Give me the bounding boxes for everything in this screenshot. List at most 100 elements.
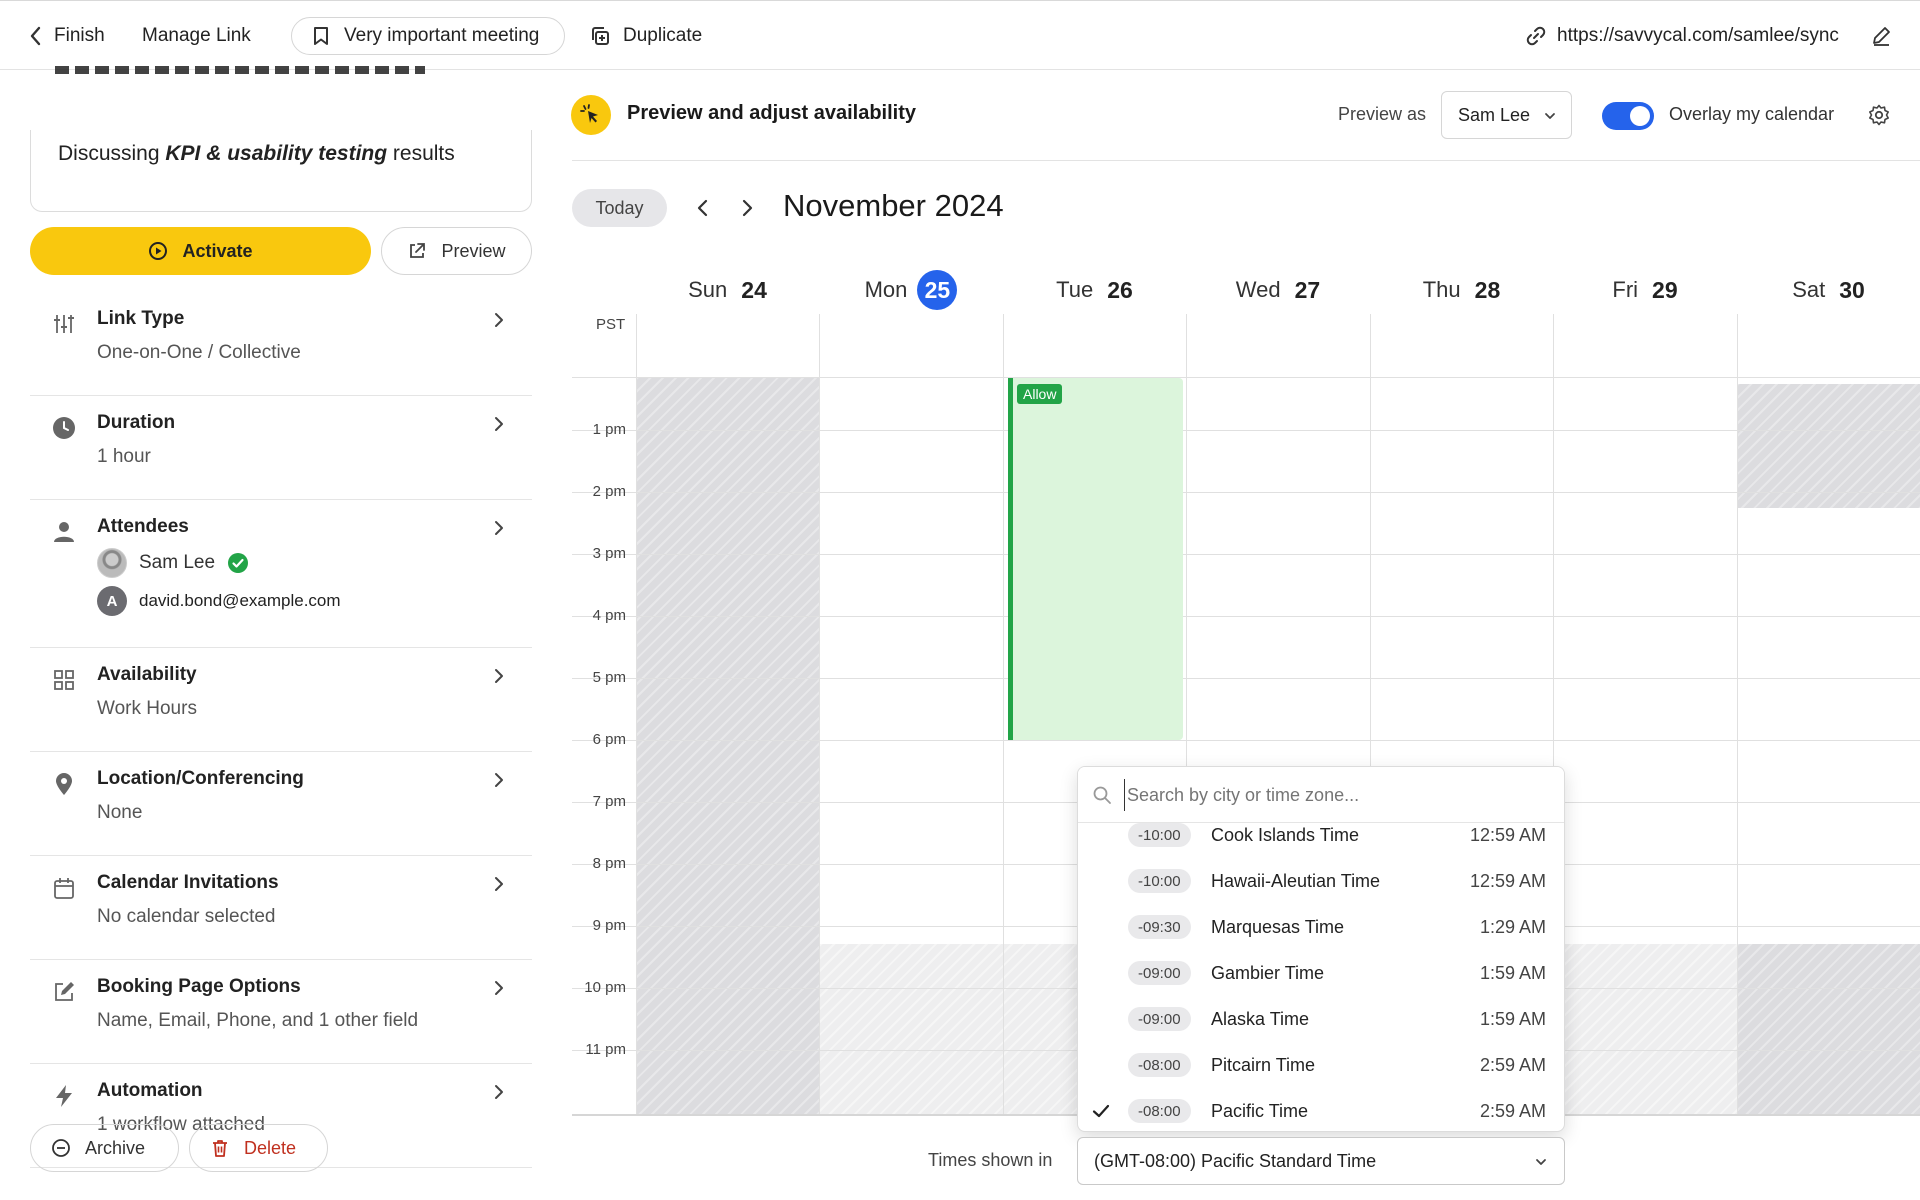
link-icon — [1526, 26, 1546, 46]
day-header-thu[interactable]: Thu 28 — [1370, 270, 1553, 310]
grid-line — [572, 492, 1920, 493]
day-header-fri[interactable]: Fri 29 — [1553, 270, 1737, 310]
delete-button[interactable]: Delete — [189, 1124, 328, 1172]
section-title: Automation — [97, 1080, 203, 1101]
preview-button[interactable]: Preview — [381, 227, 532, 275]
grid-line — [572, 430, 1920, 431]
chevron-down-icon — [1545, 113, 1555, 119]
section-availability[interactable]: Availability Work Hours — [30, 648, 532, 752]
tz-time: 2:59 AM — [1479, 1054, 1546, 1075]
duplicate-label: Duplicate — [623, 25, 703, 46]
section-link-type[interactable]: Link Type One-on-One / Collective — [30, 292, 532, 396]
section-calendar-invitations[interactable]: Calendar Invitations No calendar selecte… — [30, 856, 532, 960]
settings-gear-icon[interactable] — [1868, 104, 1890, 126]
finish-button[interactable]: Finish — [28, 1, 105, 71]
edit-url-button[interactable] — [1870, 1, 1892, 71]
finish-label: Finish — [54, 25, 105, 46]
timezone-option[interactable]: -10:00 Cook Islands Time 12:59 AM — [1078, 812, 1564, 858]
today-badge: 25 — [917, 270, 958, 310]
toggle-knob — [1630, 106, 1650, 126]
trash-icon — [213, 1140, 227, 1157]
unavailable-block-sat — [1737, 384, 1920, 508]
duplicate-icon — [592, 27, 609, 45]
tz-name: Hawaii-Aleutian Time — [1211, 870, 1381, 891]
overlay-calendar-label: Overlay my calendar — [1669, 104, 1835, 124]
day-name: Wed — [1235, 277, 1281, 302]
archive-button[interactable]: Archive — [30, 1124, 179, 1172]
grid-col-line — [819, 314, 820, 1114]
meeting-name-label: Very important meeting — [344, 25, 540, 46]
search-icon — [1093, 786, 1111, 804]
day-header-sat[interactable]: Sat 30 — [1737, 270, 1920, 310]
timezone-dropdown: -10:00 Cook Islands Time 12:59 AM -10:00… — [1077, 766, 1565, 1132]
timezone-option[interactable]: -09:30 Marquesas Time 1:29 AM — [1078, 904, 1564, 950]
day-header-wed[interactable]: Wed 27 — [1186, 270, 1370, 310]
description-text: Discussing KPI & usability testing resul… — [58, 142, 455, 166]
day-name: Fri — [1612, 277, 1639, 302]
manage-link-button[interactable]: Manage Link — [142, 1, 251, 71]
preview-as-select[interactable]: Sam Lee — [1441, 91, 1572, 139]
hour-label: 7 pm — [592, 793, 626, 810]
day-header-mon[interactable]: Mon 25 — [819, 270, 1003, 310]
section-title: Duration — [97, 412, 176, 433]
booking-url[interactable]: https://savvycal.com/samlee/sync — [1525, 1, 1839, 71]
prev-week-button[interactable] — [693, 196, 713, 220]
section-title: Availability — [97, 664, 197, 685]
overlay-calendar-toggle[interactable] — [1602, 102, 1654, 130]
grid-line — [572, 616, 1920, 617]
day-number: 30 — [1839, 276, 1865, 303]
section-location[interactable]: Location/Conferencing None — [30, 752, 532, 856]
hour-label: 2 pm — [592, 483, 626, 500]
tz-time: 1:59 AM — [1479, 1008, 1546, 1029]
day-header-tue[interactable]: Tue 26 — [1003, 270, 1186, 310]
tz-time: 1:29 AM — [1479, 916, 1546, 937]
description-suffix: results — [387, 142, 455, 165]
hour-label: 9 pm — [592, 917, 626, 934]
pencil-icon — [1873, 27, 1890, 46]
timezone-option[interactable]: -10:00 Hawaii-Aleutian Time 12:59 AM — [1078, 858, 1564, 904]
avatar — [97, 548, 127, 578]
timezone-option[interactable]: -09:00 Alaska Time 1:59 AM — [1078, 996, 1564, 1042]
clock-icon — [52, 416, 76, 440]
activate-button[interactable]: Activate — [30, 227, 371, 275]
meeting-name-button[interactable]: Very important meeting — [291, 17, 565, 55]
today-button[interactable]: Today — [572, 189, 667, 227]
grid-line — [572, 678, 1920, 679]
day-header-sun[interactable]: Sun 24 — [636, 270, 819, 310]
description-bold: KPI & usability testing — [165, 142, 388, 165]
chevron-down-icon — [1536, 1159, 1546, 1165]
sidebar: Discussing KPI & usability testing resul… — [0, 66, 560, 1200]
timezone-option[interactable]: -08:00 Pitcairn Time 2:59 AM — [1078, 1042, 1564, 1088]
section-title: Attendees — [97, 516, 189, 537]
grid-col-line — [636, 314, 637, 1114]
day-number: 26 — [1107, 276, 1133, 303]
sliders-icon — [52, 312, 76, 336]
tz-offset: -09:00 — [1128, 1007, 1191, 1031]
description-card[interactable]: Discussing KPI & usability testing resul… — [30, 130, 532, 212]
allow-block[interactable]: Allow — [1008, 378, 1183, 740]
section-duration[interactable]: Duration 1 hour — [30, 396, 532, 500]
minus-circle-icon — [52, 1139, 70, 1157]
description-prefix: Discussing — [58, 142, 166, 165]
timezone-option-selected[interactable]: -08:00 Pacific Time 2:59 AM — [1078, 1088, 1564, 1131]
timezone-option[interactable]: -09:00 Gambier Time 1:59 AM — [1078, 950, 1564, 996]
tz-name: Alaska Time — [1211, 1008, 1310, 1029]
next-week-button[interactable] — [737, 196, 757, 220]
tz-name: Cook Islands Time — [1211, 824, 1360, 845]
timezone-select[interactable]: (GMT-08:00) Pacific Standard Time — [1077, 1137, 1565, 1185]
scrolled-title-fragment — [55, 66, 425, 74]
cursor-click-icon — [571, 95, 611, 135]
verified-check-icon — [228, 553, 249, 573]
unavailable-block-sun — [637, 377, 819, 1114]
chevron-right-icon — [489, 518, 509, 538]
grid-line — [572, 554, 1920, 555]
avatar: A — [97, 586, 127, 616]
booking-url-text: https://savvycal.com/samlee/sync — [1557, 25, 1839, 46]
section-booking-page-options[interactable]: Booking Page Options Name, Email, Phone,… — [30, 960, 532, 1064]
chevron-right-icon — [489, 770, 509, 790]
duplicate-button[interactable]: Duplicate — [589, 1, 702, 71]
checkmark-icon — [1092, 1104, 1110, 1118]
chevron-right-icon — [489, 666, 509, 686]
section-attendees[interactable]: Attendees Sam Lee A david.bond@example.c… — [30, 500, 532, 648]
timezone-search-input[interactable] — [1124, 779, 1544, 811]
